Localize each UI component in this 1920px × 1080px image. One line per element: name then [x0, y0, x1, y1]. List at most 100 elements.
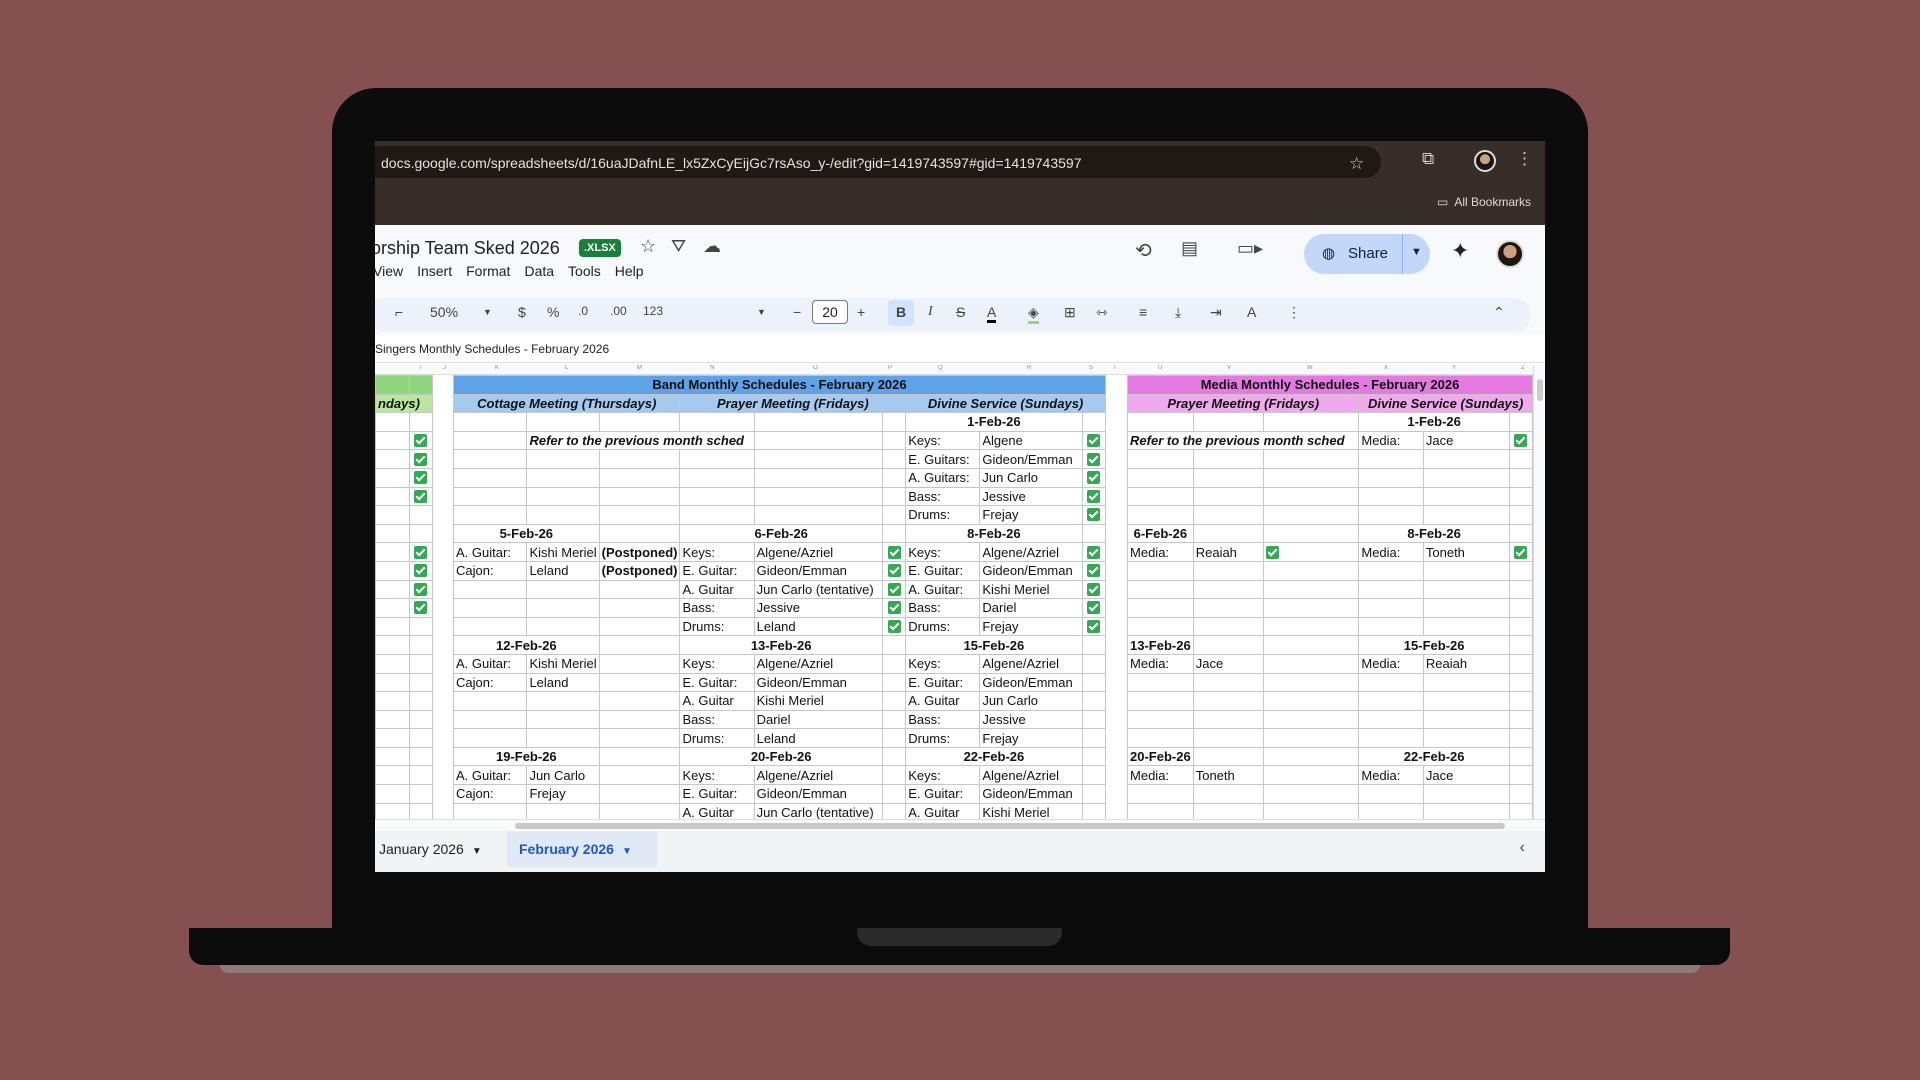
- empty-cell[interactable]: [1508, 672, 1533, 693]
- gap-cell[interactable]: [432, 691, 454, 711]
- gap-cell[interactable]: [432, 487, 454, 506]
- gap-cell[interactable]: [432, 635, 454, 655]
- role-cell[interactable]: Bass:: [905, 598, 981, 618]
- empty-cell[interactable]: [881, 746, 907, 767]
- empty-cell[interactable]: [598, 691, 681, 711]
- empty-cell[interactable]: [881, 709, 907, 730]
- empty-cell[interactable]: [452, 430, 528, 451]
- gap-cell[interactable]: [432, 617, 454, 636]
- date-cell[interactable]: 5-Feb-26: [453, 523, 600, 544]
- empty-cell[interactable]: [1358, 691, 1424, 711]
- empty-cell[interactable]: [375, 412, 411, 432]
- name-cell[interactable]: Jace: [1422, 430, 1510, 451]
- empty-cell[interactable]: [409, 412, 433, 432]
- name-cell[interactable]: Kishi Meriel: [753, 691, 883, 711]
- menu-help[interactable]: Help: [615, 263, 644, 279]
- empty-cell[interactable]: [753, 486, 883, 507]
- col-header[interactable]: T: [1113, 365, 1117, 371]
- date-cell[interactable]: 22-Feb-26: [1358, 746, 1510, 767]
- name-cell[interactable]: Reaiah: [1422, 653, 1510, 674]
- empty-cell[interactable]: [375, 728, 411, 748]
- gap-cell[interactable]: [432, 412, 454, 432]
- empty-cell[interactable]: [375, 746, 411, 767]
- empty-cell[interactable]: [526, 579, 600, 600]
- empty-cell[interactable]: [1081, 523, 1106, 544]
- empty-cell[interactable]: [452, 486, 528, 507]
- date-cell[interactable]: 1-Feb-26: [905, 412, 1083, 432]
- empty-cell[interactable]: [1127, 616, 1194, 637]
- empty-cell[interactable]: [753, 412, 883, 432]
- document-title[interactable]: orship Team Sked 2026: [375, 238, 560, 259]
- empty-cell[interactable]: [881, 598, 907, 618]
- empty-cell[interactable]: [598, 412, 681, 432]
- empty-cell[interactable]: [375, 635, 411, 655]
- empty-cell[interactable]: [881, 486, 907, 507]
- valign-icon[interactable]: ⤓: [1175, 304, 1181, 321]
- empty-cell[interactable]: [452, 505, 528, 525]
- empty-cell[interactable]: [598, 784, 681, 804]
- empty-cell[interactable]: [452, 449, 528, 469]
- gap-cell[interactable]: [432, 673, 454, 692]
- font-size-input[interactable]: 20: [812, 300, 848, 324]
- gap-cell[interactable]: [1105, 375, 1128, 395]
- comments-icon[interactable]: ▤: [1181, 238, 1198, 259]
- gap-cell[interactable]: [1105, 598, 1128, 618]
- empty-cell[interactable]: [1081, 691, 1106, 711]
- role-cell[interactable]: Bass:: [679, 598, 755, 618]
- empty-cell[interactable]: [881, 412, 907, 432]
- role-cell[interactable]: E. Guitar:: [905, 784, 981, 804]
- band-title[interactable]: Band Monthly Schedules - February 2026: [453, 375, 1106, 395]
- empty-cell[interactable]: [1081, 765, 1106, 786]
- col-header[interactable]: J: [443, 365, 446, 371]
- empty-cell[interactable]: [1127, 802, 1194, 819]
- paint-format-icon[interactable]: ⌐: [395, 304, 403, 320]
- empty-cell[interactable]: [881, 691, 907, 711]
- empty-cell[interactable]: [881, 672, 907, 693]
- gap-cell[interactable]: [432, 710, 454, 729]
- font-dropdown-icon[interactable]: ▼: [757, 307, 766, 317]
- name-cell[interactable]: Gideon/Emman: [979, 672, 1083, 693]
- role-cell[interactable]: E. Guitars:: [905, 449, 981, 469]
- gap-cell[interactable]: [1105, 803, 1128, 819]
- gap-cell[interactable]: [1105, 524, 1128, 543]
- empty-cell[interactable]: [1081, 449, 1106, 469]
- empty-cell[interactable]: [1508, 691, 1533, 711]
- empty-cell[interactable]: [452, 802, 528, 819]
- role-cell[interactable]: A. Guitar: [679, 691, 755, 711]
- empty-cell[interactable]: [598, 486, 681, 507]
- name-cell[interactable]: Reaiah: [1192, 542, 1265, 562]
- empty-cell[interactable]: [409, 691, 433, 711]
- role-cell[interactable]: E. Guitar:: [679, 672, 755, 693]
- name-cell[interactable]: Jun Carlo: [979, 467, 1083, 488]
- role-cell[interactable]: E. Guitar:: [905, 672, 981, 693]
- empty-cell[interactable]: [1508, 616, 1533, 637]
- empty-cell[interactable]: [1263, 784, 1360, 804]
- name-cell[interactable]: Algene/Azriel: [753, 542, 883, 562]
- col-header[interactable]: O: [813, 365, 818, 371]
- empty-cell[interactable]: [1358, 784, 1424, 804]
- role-cell[interactable]: Media:: [1358, 765, 1424, 786]
- date-cell[interactable]: 6-Feb-26: [679, 523, 883, 544]
- empty-cell[interactable]: [1508, 486, 1533, 507]
- horizontal-scrollbar[interactable]: [375, 819, 1545, 831]
- percent-button[interactable]: %: [547, 304, 559, 320]
- empty-cell[interactable]: [409, 467, 433, 488]
- gap-cell[interactable]: [432, 728, 454, 748]
- rotate-text-icon[interactable]: A: [1247, 304, 1256, 320]
- empty-cell[interactable]: [1192, 746, 1265, 767]
- empty-cell[interactable]: [1081, 598, 1106, 618]
- empty-cell[interactable]: [375, 560, 411, 581]
- checkbox[interactable]: [414, 601, 428, 615]
- empty-cell[interactable]: [409, 523, 433, 544]
- empty-cell[interactable]: [1263, 523, 1360, 544]
- empty-cell[interactable]: [1192, 709, 1265, 730]
- empty-cell[interactable]: [1422, 802, 1510, 819]
- empty-cell[interactable]: [409, 672, 433, 693]
- empty-cell[interactable]: [679, 505, 755, 525]
- gap-cell[interactable]: [1105, 412, 1128, 432]
- empty-cell[interactable]: [526, 598, 600, 618]
- empty-cell[interactable]: [1263, 579, 1360, 600]
- empty-cell[interactable]: [881, 765, 907, 786]
- tab-january-2026[interactable]: January 2026 ▼: [379, 831, 482, 867]
- empty-cell[interactable]: [526, 616, 600, 637]
